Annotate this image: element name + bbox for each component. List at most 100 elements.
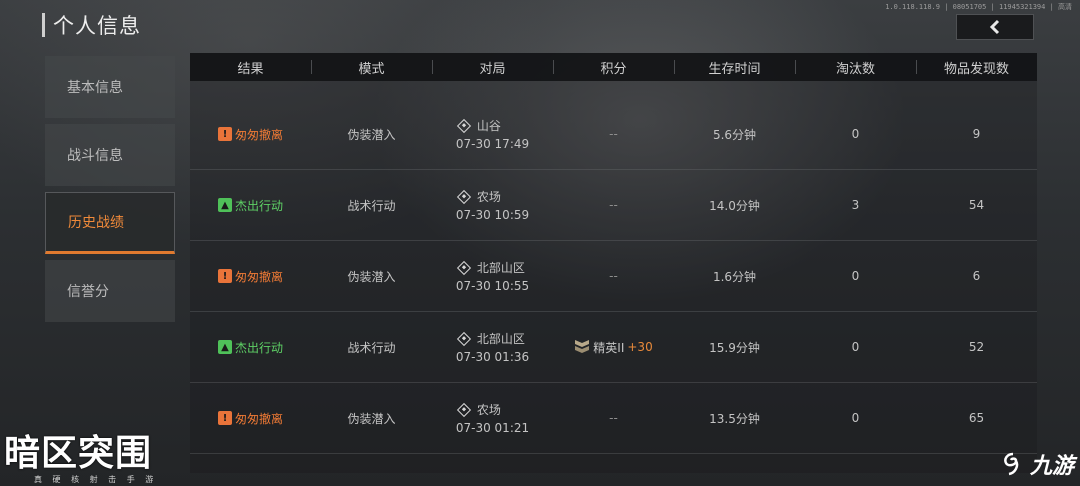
score-cell: 精英II +30 (553, 312, 674, 382)
map-name: 山谷 (476, 119, 501, 133)
chevron-left-icon (989, 19, 1000, 35)
match-cell: 山谷 07-30 17:49 (432, 99, 553, 169)
mode-cell: 伪装潜入 (347, 127, 396, 142)
sidebar-item-label: 基本信息 (67, 80, 123, 96)
match-time: 07-30 01:21 (455, 421, 530, 435)
survival-cell: 13.5分钟 (709, 411, 760, 426)
map-pin-icon (456, 118, 471, 133)
column-header-score: 积分 (553, 53, 674, 81)
build-info: 1.0.118.118.9 | 08051705 | 11945321394 |… (885, 3, 1072, 11)
result-cell: ▲ 杰出行动 (190, 312, 311, 382)
result-label: 杰出行动 (234, 198, 283, 213)
result-badge: ! 匆匆撤离 (217, 268, 283, 285)
score-cell: -- (609, 411, 618, 425)
score-cell: -- (609, 269, 618, 283)
kills-cell: 0 (851, 127, 860, 141)
result-label: 杰出行动 (234, 340, 283, 355)
result-cell: ! 匆匆撤离 (190, 99, 311, 169)
survival-cell: 1.6分钟 (712, 269, 757, 284)
items-cell: 6 (972, 269, 981, 283)
page-title: 个人信息 (53, 14, 141, 38)
match-cell: 北部山区 07-30 01:36 (432, 312, 553, 382)
mode-cell: 战术行动 (347, 198, 396, 213)
site-watermark: 九游 (1000, 448, 1074, 480)
mode-cell: 伪装潜入 (347, 411, 396, 426)
warning-icon: ! (217, 127, 232, 141)
sidebar-item-battle-info[interactable]: 战斗信息 (45, 124, 175, 186)
swirl-logo-icon (1004, 452, 1019, 476)
column-header-match: 对局 (432, 53, 553, 81)
result-cell: ▲ 杰出行动 (190, 170, 311, 240)
kills-cell: 3 (851, 198, 860, 212)
column-header-result: 结果 (237, 61, 264, 77)
table-row[interactable]: ! 匆匆撤离 伪装潜入 山谷 07-30 17:49 -- 5.6分钟 0 9 (190, 99, 1037, 170)
rank-chevron-icon (575, 340, 590, 353)
table-header: 结果 模式 对局 积分 生存时间 淘汰数 物品发现数 (190, 53, 1037, 81)
map-name: 农场 (476, 190, 501, 204)
sidebar-item-label: 历史战绩 (68, 215, 124, 231)
sidebar-item-label: 战斗信息 (67, 148, 123, 164)
survival-cell: 14.0分钟 (709, 198, 760, 213)
map-name: 北部山区 (476, 261, 525, 275)
table-row[interactable]: ! 匆匆撤离 伪装潜入 北部山区 07-30 10:55 -- 1.6分钟 0 … (190, 241, 1037, 312)
map-name: 农场 (476, 403, 501, 417)
map-name: 北部山区 (476, 332, 525, 346)
sidebar-item-label: 信誉分 (67, 284, 109, 300)
score-cell: -- (609, 127, 618, 141)
sidebar: 基本信息 战斗信息 历史战绩 信誉分 (45, 56, 175, 328)
column-header-mode: 模式 (311, 53, 432, 81)
match-cell: 北部山区 07-30 10:55 (432, 241, 553, 311)
match-cell: 农场 07-30 01:21 (432, 383, 553, 453)
result-cell: ! 匆匆撤离 (190, 241, 311, 311)
match-time: 07-30 01:36 (455, 350, 530, 364)
table-row[interactable]: ▲ 杰出行动 战术行动 农场 07-30 10:59 -- 14.0分钟 3 5… (190, 170, 1037, 241)
match-cell: 农场 07-30 10:59 (432, 170, 553, 240)
result-badge: ! 匆匆撤离 (217, 126, 283, 143)
survival-cell: 5.6分钟 (712, 127, 757, 142)
mode-cell: 战术行动 (347, 340, 396, 355)
column-header-kills: 淘汰数 (795, 53, 916, 81)
back-button[interactable] (956, 14, 1034, 40)
game-logo-text: 暗区突围 (4, 433, 153, 474)
column-header-items: 物品发现数 (916, 53, 1037, 81)
match-time: 07-30 17:49 (455, 137, 530, 151)
sidebar-item-basic-info[interactable]: 基本信息 (45, 56, 175, 118)
result-label: 匆匆撤离 (234, 411, 283, 426)
result-badge: ! 匆匆撤离 (217, 410, 283, 427)
result-badge: ▲ 杰出行动 (217, 339, 283, 356)
map-pin-icon (456, 402, 471, 417)
history-table-body: ! 匆匆撤离 伪装潜入 山谷 07-30 17:49 -- 5.6分钟 0 9 … (190, 99, 1037, 454)
score-rank: 精英II (593, 340, 625, 355)
page-header: 个人信息 (42, 10, 141, 40)
items-cell: 65 (968, 411, 985, 425)
match-time: 07-30 10:59 (455, 208, 530, 222)
kills-cell: 0 (851, 340, 860, 354)
score-gain: +30 (627, 340, 653, 354)
column-header-survival: 生存时间 (674, 53, 795, 81)
warning-icon: ! (217, 411, 232, 425)
sidebar-item-match-history[interactable]: 历史战绩 (45, 192, 175, 254)
sidebar-item-credit-score[interactable]: 信誉分 (45, 260, 175, 322)
result-cell: ! 匆匆撤离 (190, 383, 311, 453)
match-time: 07-30 10:55 (455, 279, 530, 293)
game-logo: 暗区突围 真 硬 核 射 击 手 游 (4, 434, 157, 485)
map-pin-icon (456, 189, 471, 204)
items-cell: 54 (968, 198, 985, 212)
map-pin-icon (456, 331, 471, 346)
survival-cell: 15.9分钟 (709, 340, 760, 355)
score-cell: -- (609, 198, 618, 212)
flame-icon: ▲ (217, 340, 232, 354)
site-logo-text: 九游 (1029, 454, 1074, 479)
result-label: 匆匆撤离 (234, 269, 283, 284)
table-row[interactable]: ▲ 杰出行动 战术行动 北部山区 07-30 01:36 精英II +30 15… (190, 312, 1037, 383)
map-pin-icon (456, 260, 471, 275)
warning-icon: ! (217, 269, 232, 283)
table-row[interactable]: ! 匆匆撤离 伪装潜入 农场 07-30 01:21 -- 13.5分钟 0 6… (190, 383, 1037, 454)
title-accent-bar (42, 13, 45, 37)
items-cell: 9 (972, 127, 981, 141)
result-badge: ▲ 杰出行动 (217, 197, 283, 214)
kills-cell: 0 (851, 411, 860, 425)
game-logo-subtitle: 真 硬 核 射 击 手 游 (34, 475, 158, 484)
kills-cell: 0 (851, 269, 860, 283)
result-label: 匆匆撤离 (234, 127, 283, 142)
